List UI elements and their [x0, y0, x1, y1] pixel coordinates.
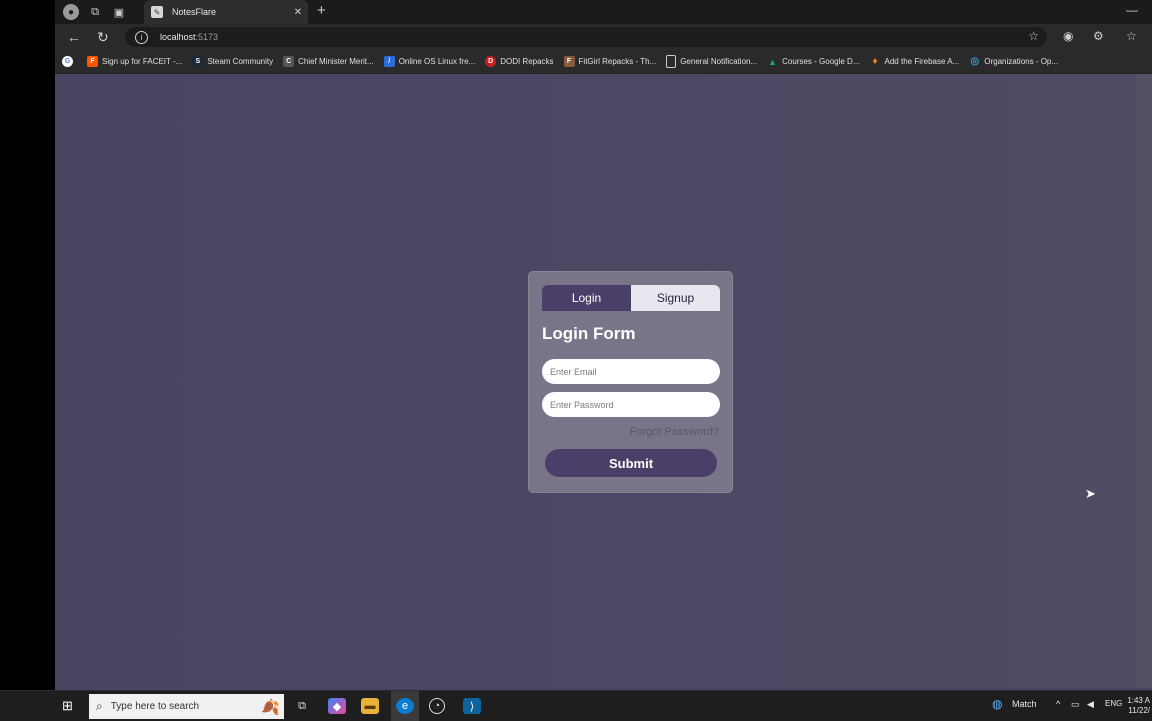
cm-icon: C [283, 56, 295, 67]
org-icon: ◎ [970, 56, 980, 67]
url-host: localhost [160, 32, 196, 42]
login-card: Login Signup Login Form Forgot Password?… [528, 271, 733, 493]
bookmark-label: FitGirl Repacks - Th... [578, 57, 657, 66]
refresh-icon[interactable]: ↻ [97, 29, 109, 45]
bookmark-label: Add the Firebase A... [884, 57, 960, 66]
clock-time: 1:43 A [1127, 696, 1150, 705]
task-view-icon[interactable]: ⧉ [293, 698, 311, 714]
favorite-star-icon[interactable]: ☆ [1028, 29, 1039, 43]
browser-nav-bar: ← ↻ i localhost:5173 ☆ ◉ ⚙ ☆ [55, 24, 1152, 50]
form-title: Login Form [542, 324, 636, 343]
clock[interactable]: 1:43 A 11/22/ [1127, 696, 1150, 716]
taskbar-search[interactable]: ⌕ Type here to search 🍂 [89, 694, 284, 719]
url-port: :5173 [195, 32, 219, 42]
minimize-button[interactable]: — [1126, 3, 1138, 17]
obs-icon[interactable]: ◔ [429, 698, 445, 714]
bookmark-item[interactable]: F Sign up for FACEIT -... [87, 56, 182, 67]
page-scrollbar[interactable] [1137, 74, 1152, 688]
bookmark-item[interactable]: / Online OS Linux fre... [383, 56, 476, 67]
favorites-icon[interactable]: ☆ [1126, 29, 1137, 43]
google-icon: G [62, 56, 73, 67]
email-input[interactable] [542, 359, 720, 384]
steam-icon: S [192, 56, 204, 67]
password-input[interactable] [542, 392, 720, 417]
bookmark-item[interactable]: General Notification... [666, 55, 757, 68]
address-bar[interactable]: i localhost:5173 ☆ [125, 27, 1047, 47]
bookmark-label: General Notification... [680, 57, 758, 66]
tab-close-icon[interactable]: ✕ [290, 7, 306, 18]
drive-icon: ▲ [768, 56, 778, 67]
linux-icon: / [383, 56, 395, 67]
tab-login[interactable]: Login [542, 285, 631, 311]
bookmark-label: Sign up for FACEIT -... [102, 57, 183, 66]
tray-chevron-icon[interactable]: ^ [1056, 699, 1060, 709]
bookmark-item[interactable]: ◎ Organizations - Op... [969, 56, 1058, 67]
bookmark-label: Steam Community [207, 57, 274, 66]
bookmark-item[interactable]: ▲ Courses - Google D... [767, 56, 859, 67]
tab-actions-icon[interactable]: ▣ [111, 4, 127, 20]
firebase-icon: ♦ [872, 56, 878, 67]
extension-icon[interactable]: ◉ [1063, 29, 1073, 43]
site-info-icon[interactable]: i [135, 30, 148, 44]
bookmark-item[interactable]: S Steam Community [192, 56, 273, 67]
fitgirl-icon: F [563, 56, 575, 67]
edge-browser-icon[interactable]: e [396, 698, 414, 714]
windows-taskbar: ⊞ ⌕ Type here to search 🍂 ⧉ ◆ ▬ e ◔ ⟩ ◍ … [0, 690, 1152, 721]
browser-tab-notesflare[interactable]: ✎ NotesFlare ✕ [144, 0, 308, 24]
dodi-icon: D [485, 56, 497, 67]
network-icon[interactable]: ▭ [1071, 699, 1080, 710]
address-url: localhost:5173 [160, 32, 218, 42]
bookmark-label: Online OS Linux fre... [398, 57, 476, 66]
browser-tab-bar: ● ⧉ ▣ ✎ NotesFlare ✕ + — [55, 0, 1152, 24]
bookmark-google-icon[interactable]: G [62, 56, 77, 67]
mouse-cursor-icon: ➤ [1085, 486, 1096, 501]
tab-title: NotesFlare [172, 7, 217, 17]
search-icon: ⌕ [96, 699, 103, 713]
bookmark-item[interactable]: D DODI Repacks [485, 56, 554, 67]
bookmark-item[interactable]: C Chief Minister Merit... [283, 56, 374, 67]
workspaces-icon[interactable]: ⧉ [87, 4, 103, 20]
page-content: Login Signup Login Form Forgot Password?… [55, 74, 1152, 688]
bookmark-label: Organizations - Op... [984, 57, 1059, 66]
bookmark-item[interactable]: F FitGirl Repacks - Th... [563, 56, 657, 67]
extensions-puzzle-icon[interactable]: ⚙ [1093, 29, 1104, 43]
bookmark-label: Courses - Google D... [782, 57, 860, 66]
copilot-icon[interactable]: ◆ [328, 698, 346, 714]
file-explorer-icon[interactable]: ▬ [361, 698, 379, 714]
bookmark-label: DODI Repacks [500, 57, 554, 66]
vscode-icon[interactable]: ⟩ [463, 698, 481, 714]
screen: ● ⧉ ▣ ✎ NotesFlare ✕ + — ← ↻ i localhost… [55, 0, 1152, 720]
forgot-password-link[interactable]: Forgot Password? [630, 426, 719, 438]
volume-icon[interactable]: ◀ [1087, 699, 1094, 710]
bookmark-item[interactable]: ♦ Add the Firebase A... [870, 56, 960, 67]
bookmarks-bar: G F Sign up for FACEIT -... S Steam Comm… [55, 50, 1152, 74]
clock-date: 11/22/ [1128, 706, 1150, 715]
bookmark-label: Chief Minister Merit... [298, 57, 374, 66]
submit-button[interactable]: Submit [545, 449, 717, 477]
pumpkin-icon: 🍂 [261, 699, 280, 716]
language-indicator[interactable]: ENG [1105, 699, 1122, 708]
notesflare-favicon-icon: ✎ [151, 6, 163, 18]
search-placeholder: Type here to search [110, 701, 200, 712]
new-tab-button[interactable]: + [317, 3, 326, 19]
page-icon [666, 55, 677, 68]
tab-signup[interactable]: Signup [631, 285, 720, 311]
weather-label[interactable]: Match [1012, 699, 1037, 709]
auth-tabs: Login Signup [542, 285, 720, 311]
back-icon[interactable]: ← [67, 29, 81, 45]
profile-avatar-icon[interactable]: ● [63, 4, 79, 20]
faceit-icon: F [87, 56, 98, 67]
weather-icon: ◍ [992, 697, 1003, 711]
windows-start-icon[interactable]: ⊞ [62, 699, 73, 713]
